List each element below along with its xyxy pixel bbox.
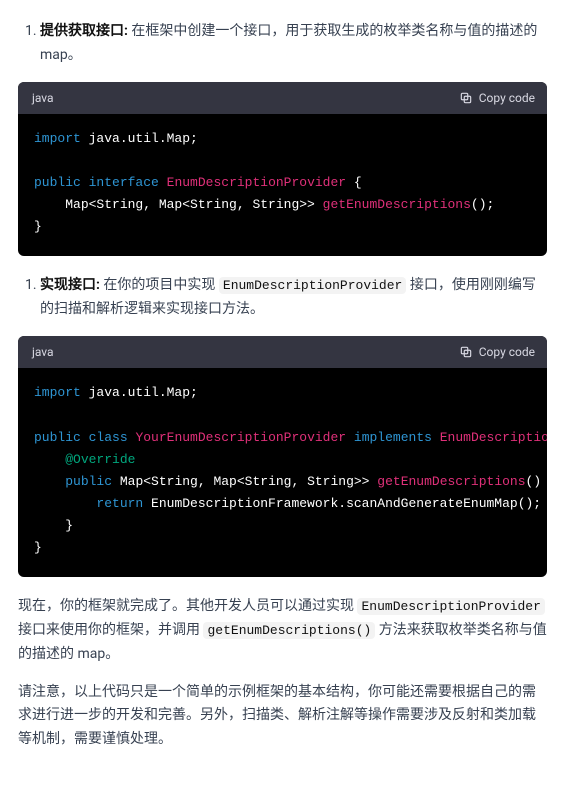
text-fragment: map。 [40,47,82,63]
paragraphs: 现在，你的框架就完成了。其他开发人员可以通过实现 EnumDescription… [18,595,547,752]
code-lang-label: java [32,342,54,362]
paragraph: 现在，你的框架就完成了。其他开发人员可以通过实现 EnumDescription… [18,595,547,666]
text-fragment: 接口来使用你的框架，并调用 [18,622,203,638]
inline-code: EnumDescriptionProvider [219,277,406,294]
code-block: java Copy code import java.util.Map; pub… [18,336,547,577]
list-item: 提供获取接口: 在框架中创建一个接口，用于获取生成的枚举类名称与值的描述的 ma… [40,20,547,68]
code-body: import java.util.Map; public interface E… [18,114,547,256]
list-item: 实现接口: 在你的项目中实现 EnumDescriptionProvider 接… [40,274,547,322]
code-header: java Copy code [18,336,547,368]
clipboard-icon [459,91,473,105]
copy-code-button[interactable]: Copy code [459,342,535,362]
code-block: java Copy code import java.util.Map; pub… [18,82,547,257]
inline-code: getEnumDescriptions() [203,622,375,639]
ordered-list: 实现接口: 在你的项目中实现 EnumDescriptionProvider 接… [18,274,547,322]
text-fragment: 在框架中创建一个接口，用于获取生成的枚举类名称与值的描述的 [128,23,537,39]
list-item-title: 实现接口: [40,277,100,293]
list-item-text: 提供获取接口: 在框架中创建一个接口，用于获取生成的枚举类名称与值的描述的 ma… [40,23,537,63]
ordered-list: 提供获取接口: 在框架中创建一个接口，用于获取生成的枚举类名称与值的描述的 ma… [18,20,547,68]
copy-code-label: Copy code [479,88,535,108]
code-body: import java.util.Map; public class YourE… [18,368,547,577]
copy-code-label: Copy code [479,342,535,362]
code-lang-label: java [32,88,54,108]
code-header: java Copy code [18,82,547,114]
paragraph: 请注意，以上代码只是一个简单的示例框架的基本结构，你可能还需要根据自己的需求进行… [18,681,547,752]
list-item-text: 实现接口: 在你的项目中实现 EnumDescriptionProvider 接… [40,277,536,317]
list-item-title: 提供获取接口: [40,23,128,39]
inline-code: EnumDescriptionProvider [357,598,544,615]
text-fragment: 现在，你的框架就完成了。其他开发人员可以通过实现 [18,598,357,614]
text-fragment: 在你的项目中实现 [100,277,219,293]
document-page: 提供获取接口: 在框架中创建一个接口，用于获取生成的枚举类名称与值的描述的 ma… [0,0,565,796]
copy-code-button[interactable]: Copy code [459,88,535,108]
clipboard-icon [459,345,473,359]
